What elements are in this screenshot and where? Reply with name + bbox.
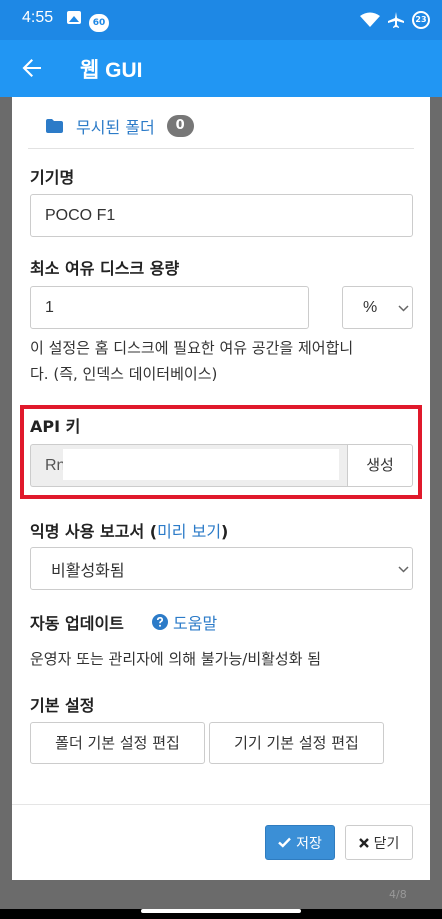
api-key-label: API 키 — [30, 417, 81, 436]
folder-icon — [46, 119, 63, 133]
save-button[interactable]: 저장 — [265, 825, 335, 860]
close-button-label: 닫기 — [373, 835, 400, 852]
device-name-input[interactable]: POCO F1 — [30, 194, 413, 237]
usage-reporting-label-text: 익명 사용 보고서 ( — [30, 522, 158, 541]
min-disk-space-input[interactable]: 1 — [30, 286, 309, 329]
status-icons: 23 — [360, 9, 430, 31]
defaults-label: 기본 설정 — [30, 696, 95, 715]
footer-divider — [12, 804, 430, 805]
usage-reporting-label-end: ) — [221, 522, 229, 541]
notification-count-badge: 60 — [89, 14, 109, 32]
chevron-down-icon — [398, 566, 409, 573]
status-time: 4:55 — [22, 9, 54, 26]
usage-reporting-selected: 비활성화됨 — [51, 562, 125, 580]
image-notification-icon — [67, 11, 81, 24]
min-disk-space-help-line1: 이 설정은 홈 디스크에 필요한 여유 공간을 제어합니 — [30, 339, 354, 357]
close-icon — [358, 837, 369, 848]
close-button[interactable]: 닫기 — [345, 825, 413, 860]
min-disk-space-help: 이 설정은 홈 디스크에 필요한 여유 공간을 제어합니 다. (즉, 인덱스 … — [30, 335, 353, 387]
airplane-icon — [388, 12, 404, 28]
home-indicator[interactable] — [141, 909, 301, 913]
app-bar: 웹 GUI — [0, 40, 442, 97]
min-disk-space-help-line2: 다. (즉, 인덱스 데이터베이스) — [30, 365, 218, 383]
ignored-folders-link[interactable]: 무시된 폴더 0 — [46, 114, 194, 138]
save-button-label: 저장 — [296, 835, 322, 852]
disk-unit-select[interactable]: % — [342, 286, 413, 329]
preview-link[interactable]: 미리 보기 — [157, 522, 221, 541]
min-disk-space-label: 최소 여유 디스크 용량 — [30, 259, 180, 278]
edit-folder-defaults-button[interactable]: 폴더 기본 설정 편집 — [30, 722, 205, 764]
device-name-label: 기기명 — [30, 168, 75, 187]
wifi-icon — [360, 12, 380, 27]
check-icon — [278, 837, 291, 848]
app-title: 웹 GUI — [80, 59, 143, 82]
back-arrow-icon[interactable] — [18, 54, 46, 82]
auto-update-label: 자동 업데이트 — [30, 614, 124, 633]
question-circle-icon — [152, 614, 168, 630]
usage-reporting-select[interactable]: 비활성화됨 — [30, 547, 413, 590]
help-link-label: 도움말 — [173, 614, 218, 633]
chevron-down-icon — [398, 305, 409, 312]
status-bar: 4:55 60 23 — [0, 0, 442, 40]
auto-update-help-link[interactable]: 도움말 — [152, 610, 217, 634]
api-key-redaction — [63, 449, 339, 480]
ignored-folders-count-badge: 0 — [166, 115, 194, 137]
ignored-folders-label: 무시된 폴더 — [76, 118, 155, 137]
disk-unit-value: % — [363, 298, 378, 316]
divider — [28, 148, 414, 149]
auto-update-status: 운영자 또는 관리자에 의해 불가능/비활성화 됨 — [30, 650, 322, 668]
edit-device-defaults-button[interactable]: 기기 기본 설정 편집 — [209, 722, 384, 764]
usage-reporting-label: 익명 사용 보고서 (미리 보기) — [30, 518, 228, 542]
battery-icon: 23 — [412, 11, 430, 29]
generate-api-key-button[interactable]: 생성 — [347, 444, 413, 487]
background-peek-text: 4/8 — [389, 888, 407, 901]
